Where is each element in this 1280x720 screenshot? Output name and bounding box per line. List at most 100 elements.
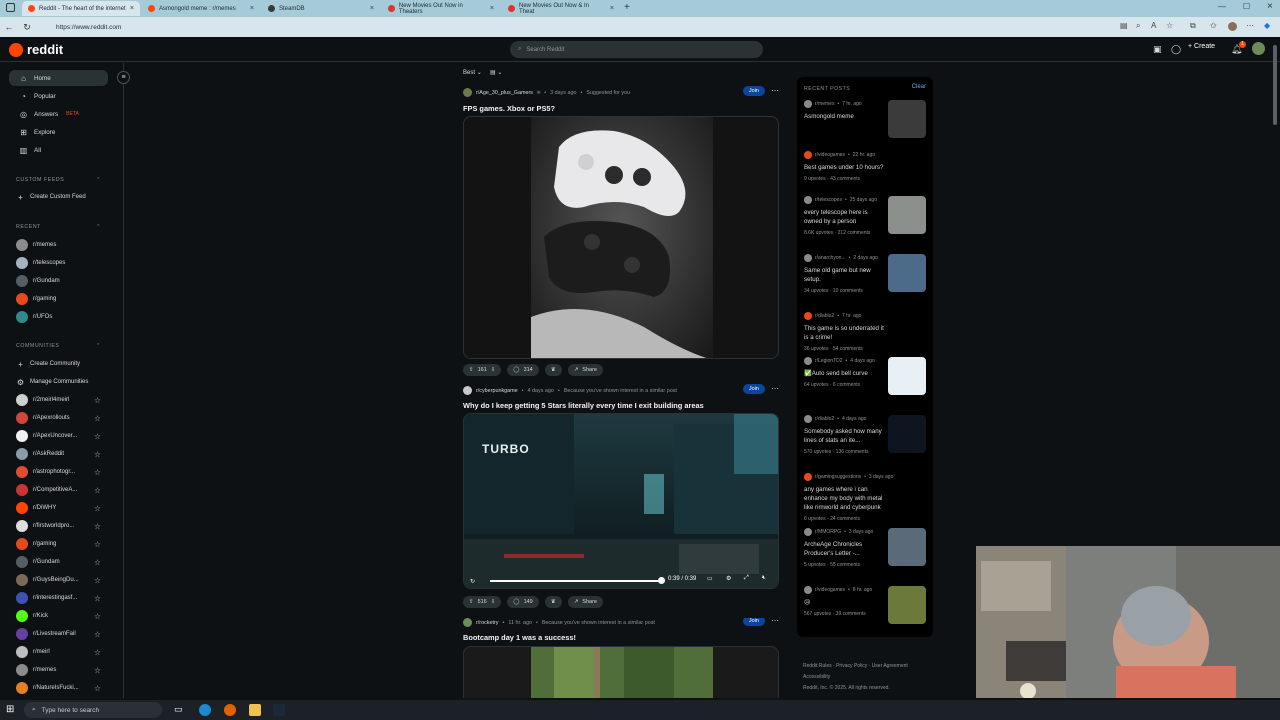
extensions-icon[interactable]: ⧉ xyxy=(1190,21,1196,31)
create-button[interactable]: + Create xyxy=(1188,43,1215,50)
favorites-bar-icon[interactable]: ✩ xyxy=(1210,21,1217,30)
sidebar-recent-item[interactable]: r/UFOs xyxy=(16,309,101,325)
sidebar-item-home[interactable]: ⌂ Home xyxy=(9,70,108,86)
sidebar-community-item[interactable]: r/ApexUncover... ☆ xyxy=(16,428,101,444)
sidebar-item-explore[interactable]: ⊞ Explore xyxy=(9,124,108,140)
recent-post-item[interactable]: r/MMORPG • 3 days ago ArcheAge Chronicles P… xyxy=(804,528,928,568)
url-field[interactable]: https://www.reddit.com xyxy=(50,20,1110,34)
sidebar-recent-item[interactable]: r/telescopes xyxy=(16,255,101,271)
sidebar-item-answers[interactable]: ◎ Answers BETA xyxy=(9,106,108,122)
sidebar-community-item[interactable]: r/astrophotogr... ☆ xyxy=(16,464,101,480)
vote-control[interactable]: ⇧ 516 ⇩ xyxy=(463,596,502,608)
more-options-icon[interactable]: ⋯ xyxy=(771,86,779,95)
star-icon[interactable]: ☆ xyxy=(94,684,101,693)
sidebar-community-item[interactable]: r/Kick ☆ xyxy=(16,608,101,624)
chat-icon[interactable]: ◯ xyxy=(1171,44,1181,55)
star-icon[interactable]: ☆ xyxy=(94,612,101,621)
post-title[interactable]: Why do I keep getting 5 Stars literally … xyxy=(463,401,704,410)
recent-post-item[interactable]: r/videogames • 22 hr. ago Best games under … xyxy=(804,151,928,182)
captions-icon[interactable]: ▭ xyxy=(707,575,713,582)
join-button[interactable]: Join xyxy=(742,618,765,626)
sidebar-community-item[interactable]: r/memes ☆ xyxy=(16,662,101,678)
sidebar-community-item[interactable]: r/gaming ☆ xyxy=(16,536,101,552)
award-button[interactable]: ♛ xyxy=(544,596,562,608)
edge-icon[interactable] xyxy=(199,704,211,716)
footer-link[interactable]: Reddit Rules xyxy=(803,663,832,669)
more-options-icon[interactable]: ⋯ xyxy=(771,384,779,393)
post-video[interactable]: TURBO ↻ 0:39 / 0:39 ▭ ⚙ ⤢ 🔇︎ xyxy=(463,413,779,589)
view-toggle[interactable]: ▤ ⌄ xyxy=(490,69,502,76)
share-button[interactable]: ↗ Share xyxy=(567,596,603,608)
sidebar-item-all[interactable]: ▥ All xyxy=(9,142,108,158)
settings-icon[interactable]: ⚙ xyxy=(726,575,731,582)
subreddit-link[interactable]: r/cyberpunkgame xyxy=(476,388,518,394)
subreddit-link[interactable]: r/Age_30_plus_Gamers xyxy=(476,90,533,96)
communities-heading[interactable]: COMMUNITIES ⌃ xyxy=(16,343,101,349)
taskbar-search-input[interactable]: ⌕ Type here to search xyxy=(24,702,162,718)
sidebar-community-item[interactable]: r/2meirl4meirl ☆ xyxy=(16,392,101,408)
star-icon[interactable]: ☆ xyxy=(94,540,101,549)
more-options-icon[interactable]: ⋯ xyxy=(771,618,779,625)
close-window-icon[interactable]: × xyxy=(1267,1,1273,12)
star-icon[interactable]: ☆ xyxy=(94,576,101,585)
sidebar-community-item[interactable]: r/GuysBeingDu... ☆ xyxy=(16,572,101,588)
recent-post-item[interactable]: r/anarchyon... • 2 days ago Same old game b… xyxy=(804,254,928,294)
sort-dropdown[interactable]: Best ⌄ xyxy=(463,69,482,76)
task-view-icon[interactable]: ▭ xyxy=(174,704,186,716)
browser-tab[interactable]: SteamDB × xyxy=(262,1,380,16)
file-explorer-icon[interactable] xyxy=(249,704,261,716)
reddit-logo[interactable]: reddit xyxy=(9,42,63,57)
sidebar-community-item[interactable]: r/Gundam ☆ xyxy=(16,554,101,570)
star-icon[interactable]: ☆ xyxy=(94,432,101,441)
star-icon[interactable]: ☆ xyxy=(94,486,101,495)
footer-link[interactable]: Accessibility xyxy=(803,674,830,680)
star-icon[interactable]: ☆ xyxy=(94,414,101,423)
post-card[interactable]: r/Age_30_plus_Gamers 🤖︎ • 3 days ago • S… xyxy=(463,86,779,378)
star-icon[interactable]: ☆ xyxy=(94,396,101,405)
search-input[interactable]: ⌕ Search Reddit xyxy=(510,41,763,58)
sidebar-community-item[interactable]: r/firstworldpro... ☆ xyxy=(16,518,101,534)
replay-icon[interactable]: ↻ xyxy=(470,578,475,585)
comments-button[interactable]: ◯ 149 xyxy=(507,596,539,608)
sidebar-item-popular[interactable]: ◔ Popular xyxy=(9,88,108,104)
create-community[interactable]: + Create Community xyxy=(16,356,101,372)
refresh-icon[interactable]: ↻ xyxy=(18,22,36,33)
browser-tab[interactable]: Asmongold meme : r/memes × xyxy=(142,1,260,16)
close-tab-icon[interactable]: × xyxy=(610,5,614,12)
star-icon[interactable]: ☆ xyxy=(94,666,101,675)
read-aloud-icon[interactable]: A xyxy=(1151,21,1156,30)
star-icon[interactable]: ☆ xyxy=(94,504,101,513)
downvote-icon[interactable]: ⇩ xyxy=(491,599,496,605)
plus-icon[interactable]: + xyxy=(624,2,630,13)
sidebar-community-item[interactable]: r/DiWHY ☆ xyxy=(16,500,101,516)
close-tab-icon[interactable]: × xyxy=(130,5,134,12)
sidebar-community-item[interactable]: r/Apexrollouts ☆ xyxy=(16,410,101,426)
downvote-icon[interactable]: ⇩ xyxy=(491,367,496,373)
custom-feeds-heading[interactable]: CUSTOM FEEDS ⌃ xyxy=(16,177,101,183)
footer-link[interactable]: Privacy Policy xyxy=(836,663,867,669)
sidebar-community-item[interactable]: r/LivestreamFail ☆ xyxy=(16,626,101,642)
join-button[interactable]: Join xyxy=(742,384,765,394)
recent-post-item[interactable]: r/diablo2 • 4 days ago Somebody asked how m… xyxy=(804,415,928,455)
sidebar-recent-item[interactable]: r/Gundam xyxy=(16,273,101,289)
maximize-icon[interactable]: ☐ xyxy=(1243,2,1250,11)
star-icon[interactable]: ☆ xyxy=(94,522,101,531)
recent-post-item[interactable]: r/diablo2 • 7 hr. ago This game is so under… xyxy=(804,312,928,352)
more-icon[interactable]: ⋯ xyxy=(1246,21,1254,30)
advertise-icon[interactable]: ▣ xyxy=(1153,44,1162,55)
recent-post-item[interactable]: r/LegionTD2 • 4 days ago ✅Auto send bell cu… xyxy=(804,357,928,395)
manage-communities[interactable]: ⚙ Manage Communities xyxy=(16,374,101,390)
back-icon[interactable]: ← xyxy=(0,22,18,32)
sidebar-community-item[interactable]: r/interestingasf... ☆ xyxy=(16,590,101,606)
profile-icon[interactable] xyxy=(1228,22,1237,31)
video-progress-bar[interactable] xyxy=(490,580,662,582)
scrollbar[interactable] xyxy=(1273,45,1277,125)
post-title[interactable]: Bootcamp day 1 was a success! xyxy=(463,633,576,642)
post-image[interactable] xyxy=(463,116,779,359)
sidebar-community-item[interactable]: r/CompetitiveA... ☆ xyxy=(16,482,101,498)
sidebar-community-item[interactable]: r/meirl ☆ xyxy=(16,644,101,660)
share-button[interactable]: ↗ Share xyxy=(567,364,603,376)
sidebar-community-item[interactable]: r/AskReddit ☆ xyxy=(16,446,101,462)
sidebar-recent-item[interactable]: r/memes xyxy=(16,237,101,253)
firefox-icon[interactable] xyxy=(224,704,236,716)
